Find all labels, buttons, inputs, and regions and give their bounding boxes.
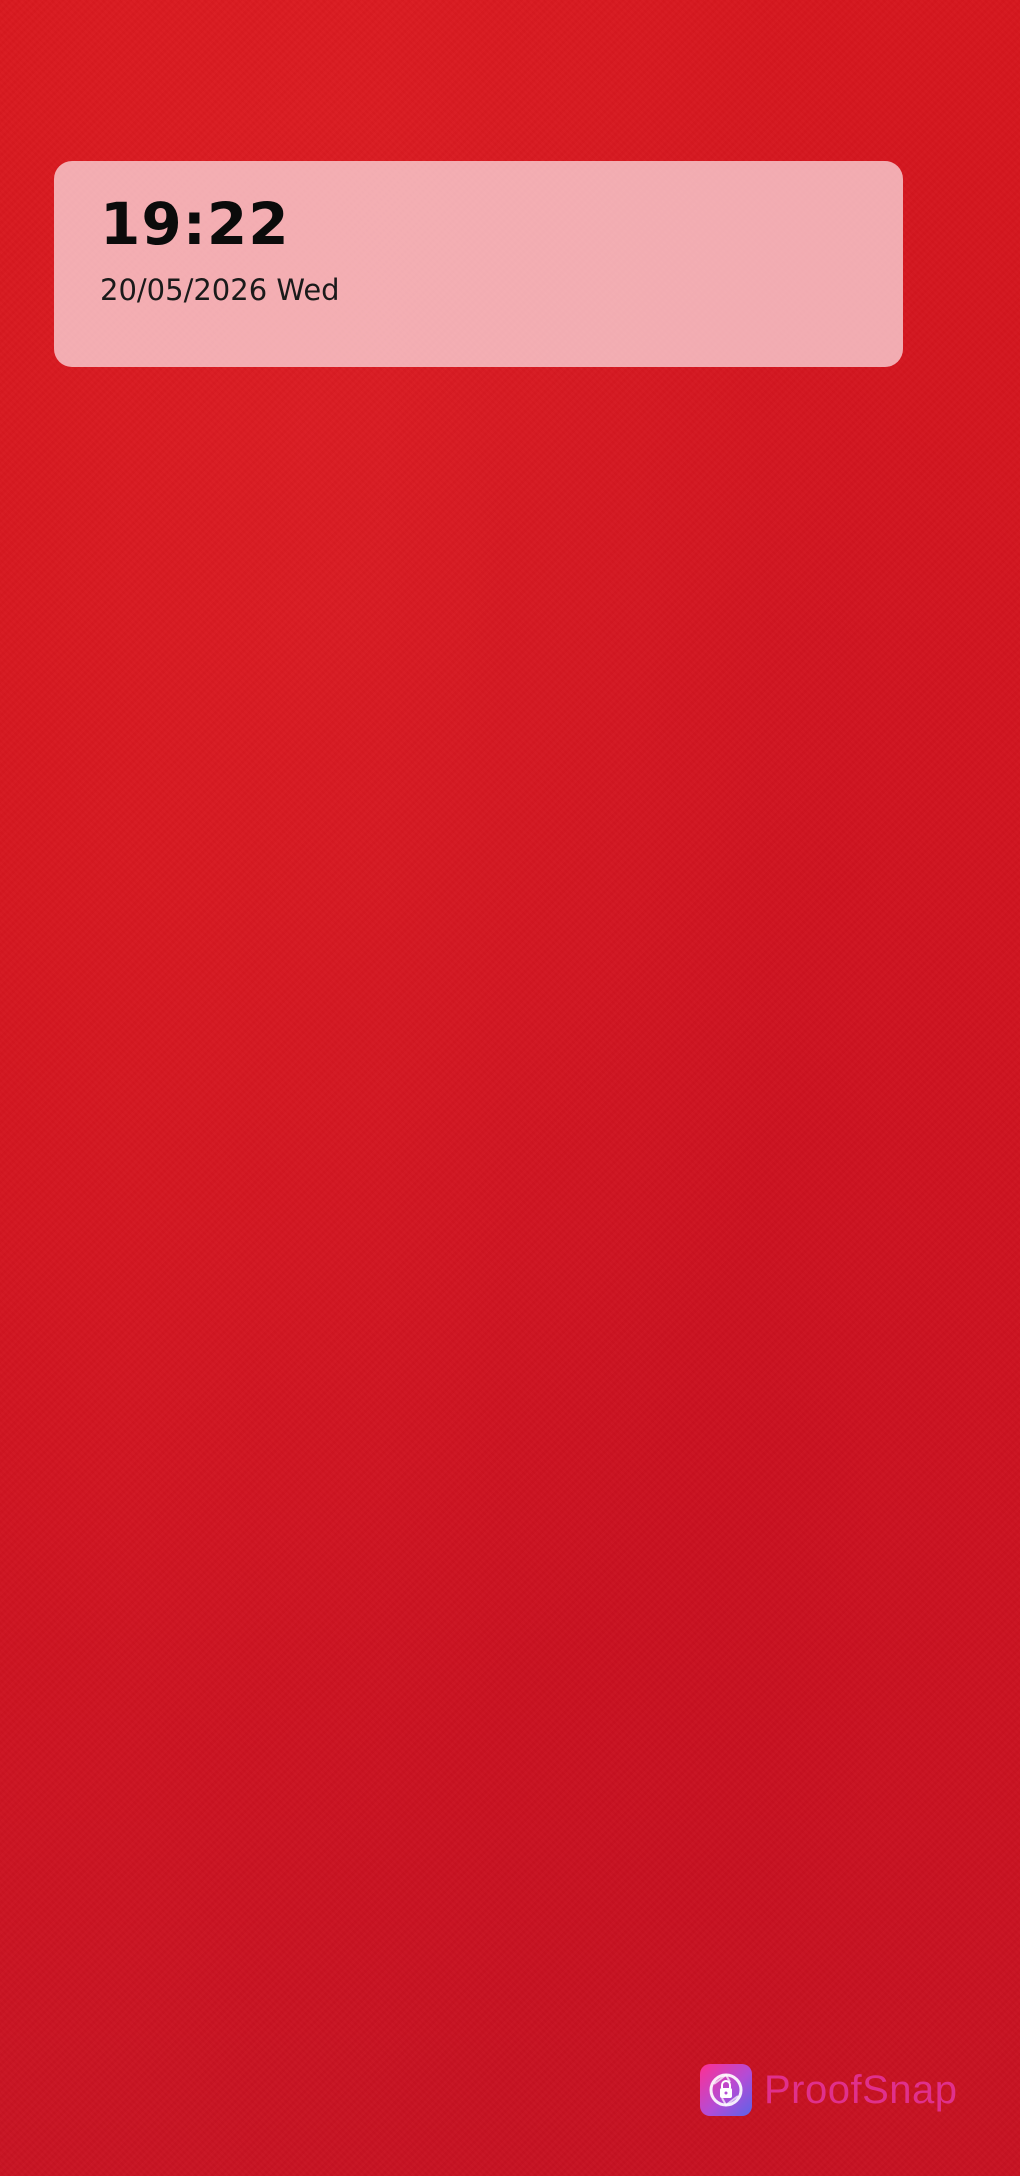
time-label: 19:22 xyxy=(100,190,290,258)
proofsnap-watermark: ProofSnap xyxy=(700,2064,958,2116)
timestamp-overlay: 19:22 20/05/2026 Wed xyxy=(54,161,903,367)
date-label: 20/05/2026 Wed xyxy=(100,273,340,307)
proofsnap-brand-label: ProofSnap xyxy=(764,2067,958,2112)
proofsnap-lock-icon xyxy=(700,2064,752,2116)
